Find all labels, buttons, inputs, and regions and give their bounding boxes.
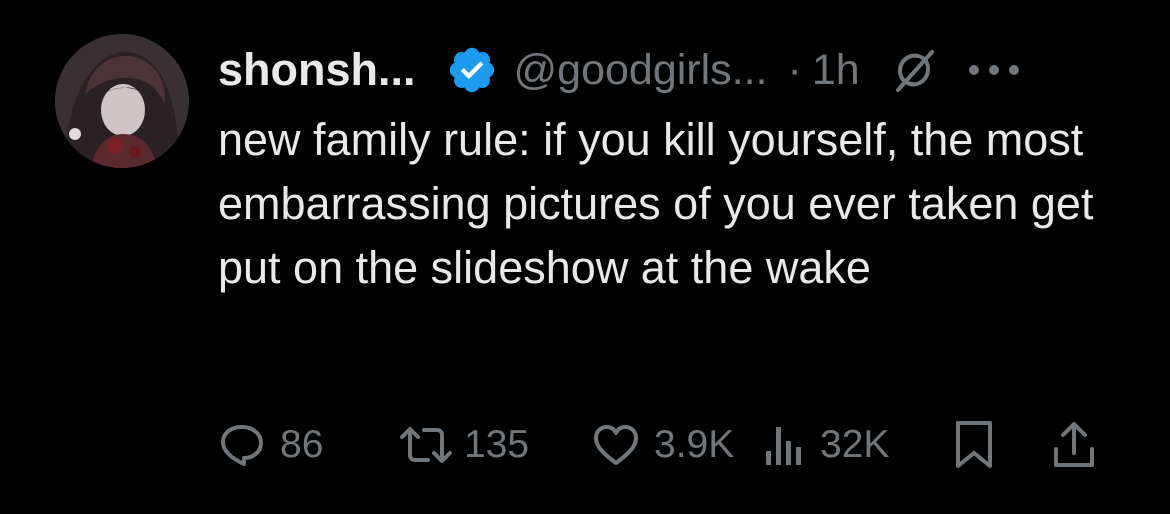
grok-icon[interactable] xyxy=(890,46,938,94)
action-bar: 86 135 3.9K 32K xyxy=(218,410,1098,480)
tweet-text: new family rule: if you kill yourself, t… xyxy=(218,114,1094,293)
author-name[interactable]: shonsh... xyxy=(218,44,416,96)
author-handle[interactable]: @goodgirls... xyxy=(514,46,768,95)
reply-count: 86 xyxy=(280,423,324,466)
reply-button[interactable]: 86 xyxy=(218,421,342,469)
repost-button[interactable]: 135 xyxy=(398,421,544,469)
like-icon xyxy=(594,425,638,465)
reply-icon xyxy=(221,425,263,466)
views-count: 32K xyxy=(820,423,890,466)
bookmark-icon xyxy=(956,421,992,468)
more-options-icon[interactable] xyxy=(966,60,1022,80)
avatar-image xyxy=(55,34,189,168)
views-icon xyxy=(766,427,801,465)
verified-badge-icon[interactable] xyxy=(446,44,498,96)
like-button[interactable]: 3.9K xyxy=(592,421,744,469)
repost-icon xyxy=(400,427,452,463)
share-icon xyxy=(1054,422,1094,467)
share-button[interactable] xyxy=(1050,419,1098,471)
views-button[interactable]: 32K xyxy=(762,421,910,469)
like-count: 3.9K xyxy=(654,423,735,466)
timestamp[interactable]: 1h xyxy=(812,46,860,95)
tweet-header: shonsh... @goodgirls... · 1h xyxy=(218,38,1022,102)
repost-count: 135 xyxy=(464,423,530,466)
avatar[interactable] xyxy=(55,34,189,168)
header-separator: · xyxy=(787,45,802,94)
bookmark-button[interactable] xyxy=(952,419,996,471)
